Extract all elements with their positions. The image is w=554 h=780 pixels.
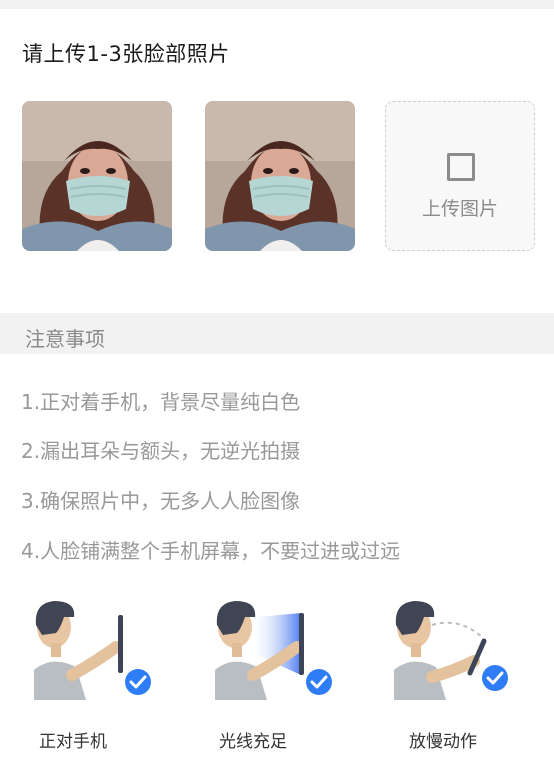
- slow-motion-illustration: [384, 595, 514, 700]
- notice-title: 注意事项: [25, 327, 105, 351]
- page-title: 请上传1-3张脸部照片: [22, 42, 230, 66]
- upload-image-label: 上传图片: [421, 198, 498, 220]
- face-photo-image: [205, 101, 355, 251]
- face-photo-image: [22, 101, 172, 251]
- light-sufficient-illustration: [205, 595, 335, 700]
- upload-image-button[interactable]: 上传图片: [385, 101, 535, 251]
- tip-item: 4.人脸铺满整个手机屏幕，不要过进或过远: [21, 539, 401, 563]
- light-sufficient-icon: [215, 601, 335, 700]
- caption-slow-motion: 放慢动作: [409, 732, 477, 752]
- face-photo-1[interactable]: [22, 101, 172, 251]
- face-phone-illustration: [24, 595, 154, 700]
- caption-face-phone: 正对手机: [39, 732, 107, 752]
- slow-motion-icon: [394, 601, 511, 700]
- top-divider: [0, 0, 554, 9]
- notice-header: 注意事项: [0, 313, 554, 354]
- image-placeholder-icon: [447, 153, 475, 181]
- caption-light-sufficient: 光线充足: [219, 732, 287, 752]
- tip-item: 3.确保照片中，无多人人脸图像: [21, 489, 301, 513]
- tip-item: 1.正对着手机，背景尽量纯白色: [21, 390, 301, 414]
- tip-item: 2.漏出耳朵与额头，无逆光拍摄: [21, 439, 301, 463]
- face-phone-icon: [34, 601, 154, 700]
- face-photo-2[interactable]: [205, 101, 355, 251]
